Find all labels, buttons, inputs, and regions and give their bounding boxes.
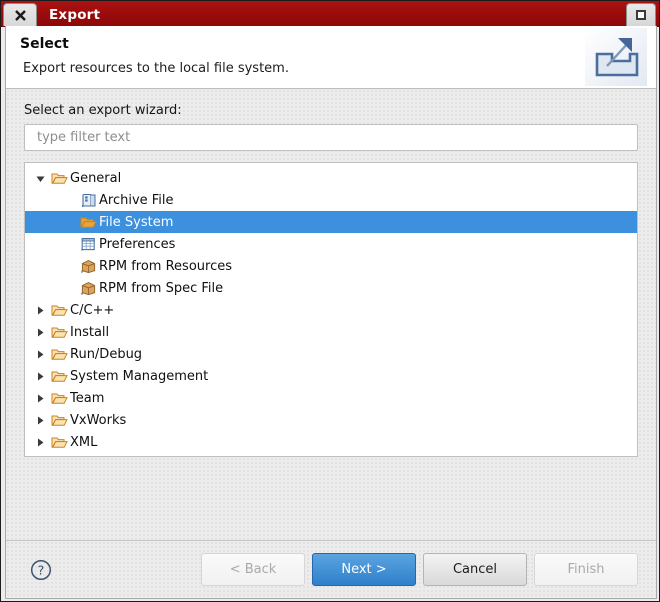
tree-item-label: RPM from Resources (98, 259, 232, 274)
finish-button: Finish (534, 553, 638, 586)
tree-item-rpm-from-spec-file[interactable]: RPM from Spec File (25, 277, 637, 299)
tree-item-run-debug[interactable]: Run/Debug (25, 343, 637, 365)
tree-item-label: XML (69, 435, 97, 450)
chevron-right-icon (35, 349, 46, 360)
open-folder-icon (49, 435, 69, 450)
archive-file-icon (80, 193, 97, 208)
tree-twisty[interactable] (32, 393, 49, 404)
wizard-body: Select an export wizard: type filter tex… (6, 89, 656, 540)
tree-item-xml[interactable]: XML (25, 431, 637, 453)
chevron-right-icon (35, 393, 46, 404)
open-folder-icon (51, 369, 68, 384)
export-dialog-window: Export Select Export resources to the lo… (0, 0, 660, 602)
wizard-header: Select Export resources to the local fil… (6, 26, 656, 89)
tree-twisty[interactable] (32, 305, 49, 316)
maximize-button[interactable] (626, 3, 656, 26)
tree-item-preferences[interactable]: Preferences (25, 233, 637, 255)
close-button[interactable] (3, 3, 37, 26)
tree-twisty[interactable] (32, 173, 49, 184)
open-folder-icon (51, 347, 68, 362)
tree-twisty[interactable] (32, 327, 49, 338)
dialog-frame: Select Export resources to the local fil… (5, 26, 657, 599)
open-folder-icon (49, 391, 69, 406)
tree-item-label: File System (98, 215, 173, 230)
tree-item-label: System Management (69, 369, 208, 384)
tree-item-file-system[interactable]: File System (25, 211, 637, 233)
preferences-icon (78, 237, 98, 252)
open-folder-icon (51, 435, 68, 450)
open-folder-icon (51, 325, 68, 340)
tree-item-archive-file[interactable]: Archive File (25, 189, 637, 211)
rpm-icon (80, 259, 97, 274)
maximize-icon (636, 10, 646, 20)
wizard-buttons: < BackNext >CancelFinish (201, 553, 638, 586)
select-wizard-label: Select an export wizard: (24, 103, 638, 118)
tree-item-label: Run/Debug (69, 347, 142, 362)
tree-twisty[interactable] (32, 437, 49, 448)
open-folder-icon (49, 325, 69, 340)
rpm-icon (78, 259, 98, 274)
tree-item-label: VxWorks (69, 413, 126, 428)
open-folder-icon (49, 171, 69, 186)
file-system-icon (80, 215, 97, 230)
tree-item-rpm-from-resources[interactable]: RPM from Resources (25, 255, 637, 277)
open-folder-icon (51, 413, 68, 428)
chevron-right-icon (35, 327, 46, 338)
tree-item-label: Team (69, 391, 104, 406)
open-folder-icon (49, 303, 69, 318)
tree-item-general[interactable]: General (25, 167, 637, 189)
tree-twisty[interactable] (32, 349, 49, 360)
chevron-right-icon (35, 437, 46, 448)
back-button: < Back (201, 553, 305, 586)
open-folder-icon (51, 171, 68, 186)
page-description: Export resources to the local file syste… (23, 61, 289, 76)
tree-item-label: Install (69, 325, 109, 340)
cancel-button[interactable]: Cancel (423, 553, 527, 586)
tree-twisty[interactable] (32, 415, 49, 426)
help-icon: ? (30, 559, 52, 581)
chevron-right-icon (35, 415, 46, 426)
page-title: Select (20, 36, 69, 52)
tree-item-install[interactable]: Install (25, 321, 637, 343)
rpm-icon (80, 281, 97, 296)
open-folder-icon (49, 347, 69, 362)
button-bar: ? < BackNext >CancelFinish (6, 540, 656, 598)
tree-item-label: Preferences (98, 237, 175, 252)
open-folder-icon (51, 391, 68, 406)
tree-item-team[interactable]: Team (25, 387, 637, 409)
tree-item-vxworks[interactable]: VxWorks (25, 409, 637, 431)
file-system-icon (78, 215, 98, 230)
open-folder-icon (49, 369, 69, 384)
tree-item-system-management[interactable]: System Management (25, 365, 637, 387)
export-wizard-icon (585, 28, 647, 86)
chevron-down-icon (35, 173, 46, 184)
preferences-icon (80, 237, 97, 252)
tree-item-label: C/C++ (69, 303, 114, 318)
archive-file-icon (78, 193, 98, 208)
chevron-right-icon (35, 371, 46, 382)
tree-item-label: Archive File (98, 193, 174, 208)
chevron-right-icon (35, 305, 46, 316)
window-title: Export (49, 7, 100, 23)
close-icon (14, 9, 27, 22)
open-folder-icon (51, 303, 68, 318)
tree-twisty[interactable] (32, 371, 49, 382)
help-button[interactable]: ? (30, 559, 52, 581)
wizard-tree[interactable]: General Archive File File System Preference… (24, 162, 638, 457)
open-folder-icon (49, 413, 69, 428)
svg-text:?: ? (38, 562, 45, 577)
filter-input[interactable]: type filter text (24, 124, 638, 151)
tree-item-label: RPM from Spec File (98, 281, 223, 296)
tree-item-c-c[interactable]: C/C++ (25, 299, 637, 321)
next-button[interactable]: Next > (312, 553, 416, 586)
filter-input-placeholder: type filter text (37, 130, 130, 145)
rpm-icon (78, 281, 98, 296)
title-bar: Export (1, 1, 659, 27)
tree-item-label: General (69, 171, 121, 186)
